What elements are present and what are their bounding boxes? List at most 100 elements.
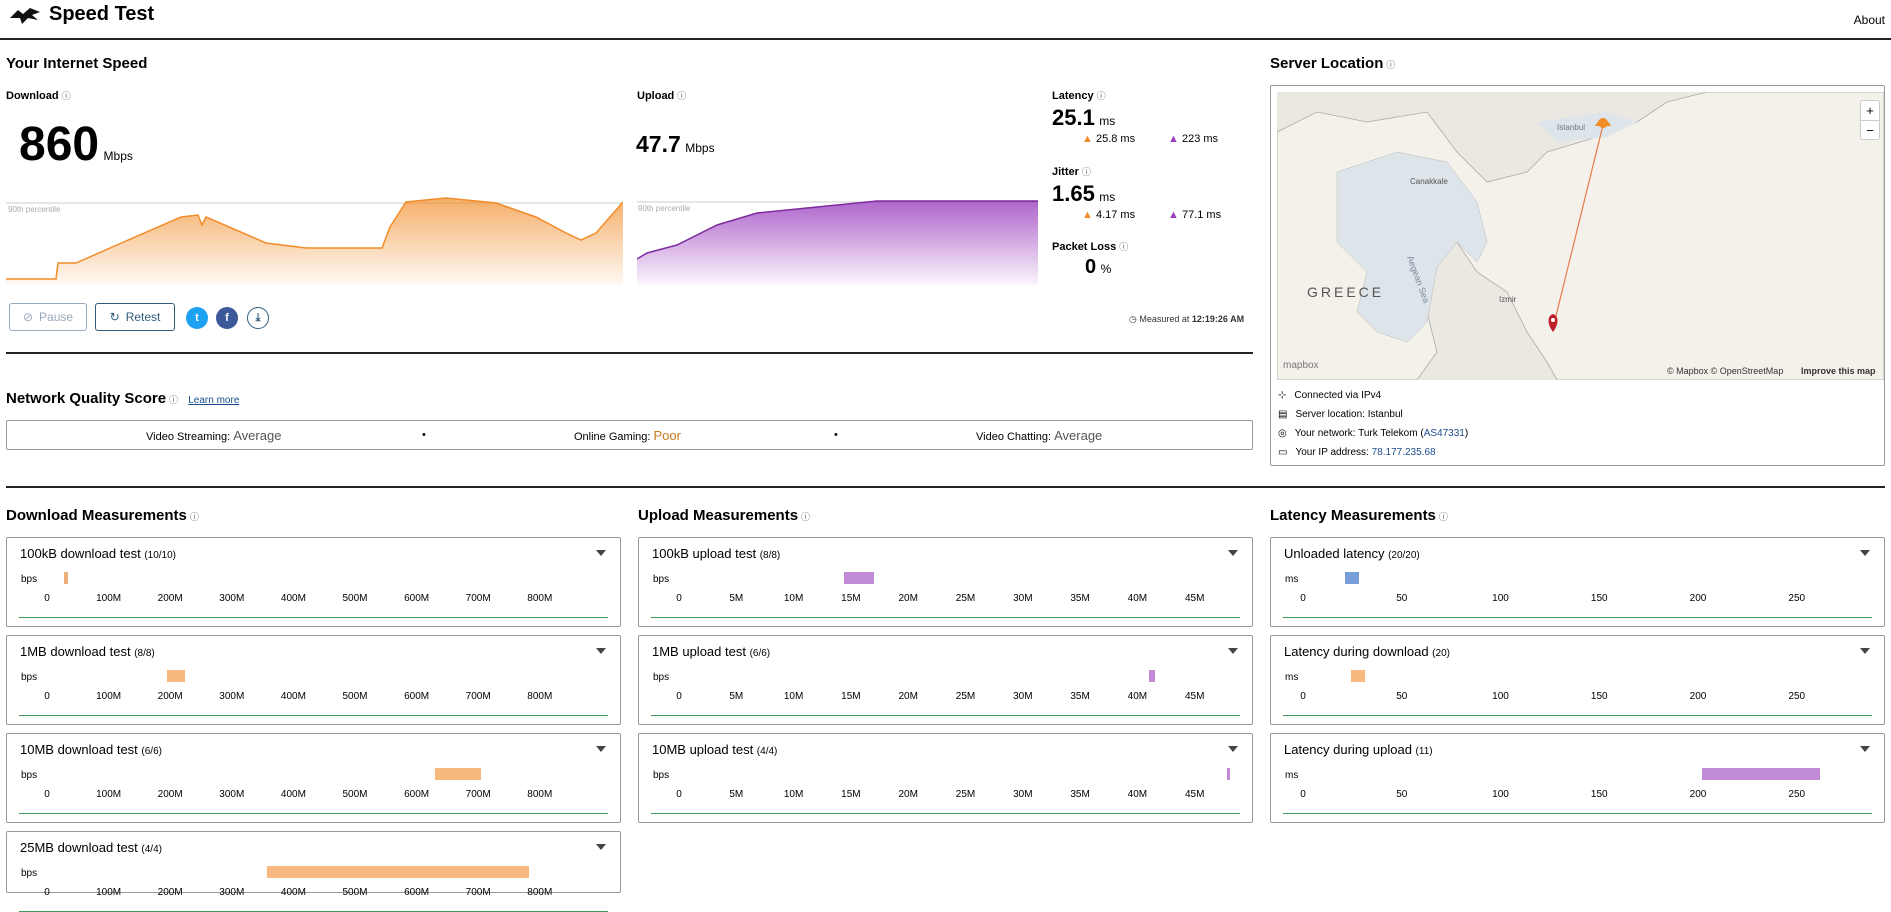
chevron-down-icon[interactable] (1228, 746, 1238, 752)
ip-link[interactable]: 78.177.235.68 (1372, 447, 1436, 458)
asn-link[interactable]: AS47331 (1424, 428, 1465, 439)
mapbox-logo: mapbox (1283, 360, 1319, 371)
upload-test-card[interactable]: 100kB upload test (8/8) bps 0 5M 10M 15M 20M 25… (638, 537, 1253, 627)
twitter-icon[interactable]: t (186, 307, 208, 329)
quality-video-chatting: Video Chatting: Average (976, 428, 1102, 443)
axis-unit: bps (653, 574, 670, 585)
upload-measurements-title: Upload Measurements ⓘ (638, 507, 810, 524)
info-icon[interactable]: ⓘ (62, 91, 71, 101)
upload-test-card[interactable]: 10MB upload test (4/4) bps 0 5M 10M 15M 20M 25M… (638, 733, 1253, 823)
latency-test-card[interactable]: Unloaded latency (20/20) ms 0 50 100 150 200 25… (1270, 537, 1885, 627)
latency-measurements-title: Latency Measurements ⓘ (1270, 507, 1448, 524)
latency-label-text: Latency (1052, 90, 1094, 102)
clock-icon: ◷ (1129, 314, 1137, 324)
box-plot (1702, 768, 1820, 780)
chevron-down-icon[interactable] (596, 648, 606, 654)
download-test-card[interactable]: 100kB download test (10/10) bps 0 100M 200M 3… (6, 537, 621, 627)
info-icon[interactable]: ⓘ (169, 395, 178, 405)
axis-tick: 0 (44, 887, 50, 898)
info-icon[interactable]: ⓘ (801, 512, 810, 522)
box-plot (167, 670, 185, 682)
info-icon[interactable]: ⓘ (1386, 60, 1395, 70)
download-measurements-text: Download Measurements (6, 507, 187, 524)
baseline (1283, 617, 1872, 618)
divider (6, 352, 1253, 354)
axis-tick: 250 (1788, 691, 1806, 702)
test-title: 100kB upload test (8/8) (652, 546, 780, 561)
axis-tick: 300M (219, 691, 245, 702)
info-icon[interactable]: ⓘ (190, 512, 199, 522)
axis-tick: 200 (1689, 789, 1707, 800)
axis-tick: 0 (676, 691, 682, 702)
axis-tick: 150 (1590, 789, 1608, 800)
packet-loss-label-text: Packet Loss (1052, 241, 1117, 253)
axis-tick: 200 (1689, 593, 1707, 604)
download-arrow-icon: ▲ (1082, 133, 1093, 145)
axis-tick: 100 (1492, 691, 1509, 702)
axis-unit: bps (21, 574, 38, 585)
zoom-in-button[interactable]: + (1861, 101, 1879, 120)
download-percentile: 90th percentile (8, 205, 61, 214)
chevron-down-icon[interactable] (1228, 550, 1238, 556)
chevron-down-icon[interactable] (1860, 746, 1870, 752)
measured-time: 12:19:26 AM (1191, 314, 1245, 324)
upload-label-text: Upload (637, 90, 675, 102)
upload-test-card[interactable]: 1MB upload test (6/6) bps 0 5M 10M 15M 20M 25M 3… (638, 635, 1253, 725)
info-icon[interactable]: ⓘ (1082, 167, 1091, 177)
ip-icon: ▭ (1278, 447, 1288, 458)
axis-tick: 700M (465, 593, 491, 604)
learn-more-link[interactable]: Learn more (188, 395, 239, 406)
test-title: Latency during download (20) (1284, 644, 1450, 659)
quality-online-gaming: Online Gaming: Poor (574, 428, 681, 443)
test-name: Latency during upload (1284, 742, 1416, 757)
server-map[interactable]: Istanbul Canakkale GREECE Aegean Sea Izm… (1277, 92, 1884, 380)
baseline (1283, 715, 1872, 716)
about-link[interactable]: About (1854, 13, 1885, 27)
download-test-card[interactable]: 1MB download test (8/8) bps 0 100M 200M 300M 4… (6, 635, 621, 725)
axis-tick: 100 (1492, 789, 1509, 800)
packet-loss-unit: % (1100, 262, 1112, 276)
download-test-card[interactable]: 25MB download test (4/4) bps 0 100M 200M 300M… (6, 831, 621, 912)
info-icon[interactable]: ⓘ (1097, 91, 1106, 101)
axis-tick: 200 (1689, 691, 1707, 702)
test-count: (20) (1432, 648, 1450, 659)
download-measurements-title: Download Measurements ⓘ (6, 507, 199, 524)
chevron-down-icon[interactable] (1860, 648, 1870, 654)
download-test-card[interactable]: 10MB download test (6/6) bps 0 100M 200M 300M… (6, 733, 621, 823)
quality-label: Video Streaming: (146, 431, 231, 443)
map-improve-link[interactable]: Improve this map (1801, 366, 1876, 376)
chevron-down-icon[interactable] (596, 844, 606, 850)
chevron-down-icon[interactable] (596, 550, 606, 556)
axis-tick: 45M (1184, 691, 1205, 702)
retest-button[interactable]: ↻ Retest (95, 303, 175, 331)
axis-tick: 250 (1788, 593, 1806, 604)
axis-unit: bps (653, 770, 670, 781)
latency-test-card[interactable]: Latency during download (20) ms 0 50 100 150 2… (1270, 635, 1885, 725)
axis-tick: 0 (676, 789, 682, 800)
pause-button[interactable]: ⊘ Pause (9, 303, 87, 331)
chevron-down-icon[interactable] (596, 746, 606, 752)
axis-tick: 250 (1788, 789, 1806, 800)
test-name: 25MB download test (20, 840, 142, 855)
info-icon[interactable]: ⓘ (1119, 242, 1128, 252)
facebook-icon[interactable]: f (216, 307, 238, 329)
info-icon[interactable]: ⓘ (1439, 512, 1448, 522)
axis-unit: bps (21, 770, 38, 781)
zoom-out-button[interactable]: − (1861, 120, 1879, 140)
download-results-icon[interactable]: ⤓ (247, 307, 269, 329)
axis-tick: 50 (1396, 789, 1408, 800)
info-icon[interactable]: ⓘ (677, 91, 686, 101)
map-attribution: © Mapbox © OpenStreetMap (1667, 366, 1783, 376)
axis-tick: 400M (280, 593, 306, 604)
download-label: Download ⓘ (6, 89, 71, 102)
packet-loss-number: 0 (1085, 256, 1097, 278)
baseline (19, 617, 608, 618)
map-label-izmir: Izmir (1499, 295, 1517, 304)
box-plot (267, 866, 529, 878)
chevron-down-icon[interactable] (1228, 648, 1238, 654)
box-plot (1227, 768, 1230, 780)
ip-row: ▭ Your IP address: 78.177.235.68 (1278, 447, 1436, 458)
latency-test-card[interactable]: Latency during upload (11) ms 0 50 100 150 200… (1270, 733, 1885, 823)
speed-title-text: Your Internet Speed (6, 55, 148, 72)
chevron-down-icon[interactable] (1860, 550, 1870, 556)
